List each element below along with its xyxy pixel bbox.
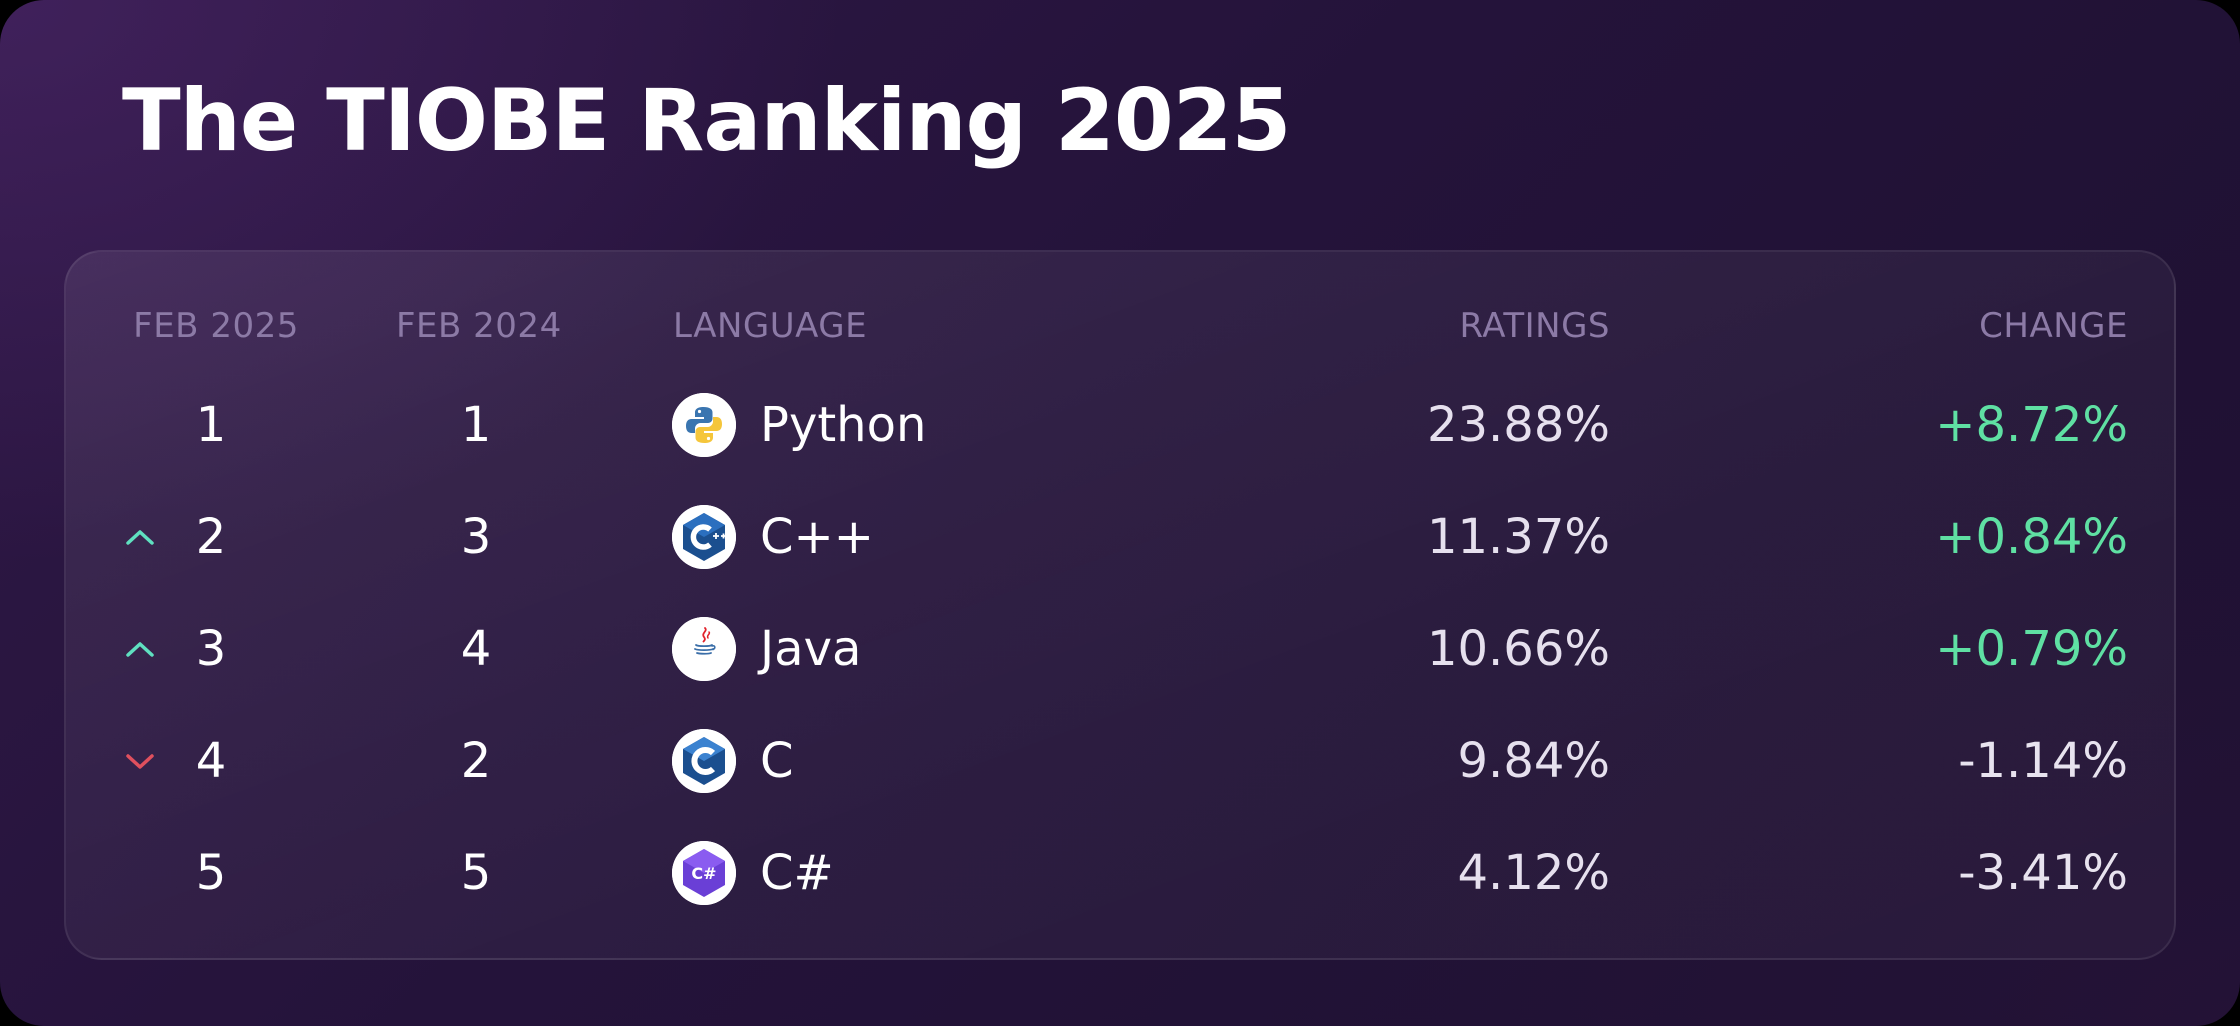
rank-feb-2024: 3 <box>460 509 492 565</box>
rank-feb-2025: 3 <box>195 621 227 677</box>
rank-feb-2024: 2 <box>460 733 492 789</box>
table-row: 3 4 Java 10.66% +0.79% <box>0 609 2240 689</box>
header-change: CHANGE <box>1979 306 2128 346</box>
table-row: 1 1 Python 23.88% +8.72% <box>0 385 2240 465</box>
language-name: C# <box>760 845 834 901</box>
rank-feb-2024: 4 <box>460 621 492 677</box>
change-value: +8.72% <box>1935 397 2128 453</box>
trend-up-icon <box>122 497 158 577</box>
rating-value: 10.66% <box>1426 621 1610 677</box>
page-title: The TIOBE Ranking 2025 <box>122 71 1291 171</box>
rating-value: 9.84% <box>1457 733 1610 789</box>
rank-feb-2025: 1 <box>195 397 227 453</box>
change-value: -3.41% <box>1958 845 2128 901</box>
python-icon <box>672 393 736 457</box>
rank-feb-2025: 5 <box>195 845 227 901</box>
rank-feb-2024: 5 <box>460 845 492 901</box>
language-name: C++ <box>760 509 874 565</box>
table-row: 4 2 C 9.84% -1.14% <box>0 721 2240 801</box>
no-trend-indicator <box>122 833 158 913</box>
rating-value: 23.88% <box>1426 397 1610 453</box>
table-row: 2 3 C++ 11.37% +0.84% <box>0 497 2240 577</box>
svg-text:C#: C# <box>691 864 716 883</box>
header-ratings: RATINGS <box>1459 306 1610 346</box>
trend-up-icon <box>122 609 158 689</box>
language-name: Python <box>760 397 927 453</box>
csharp-icon: C# <box>672 841 736 905</box>
rank-feb-2025: 4 <box>195 733 227 789</box>
trend-down-icon <box>122 721 158 801</box>
tiobe-card: The TIOBE Ranking 2025 FEB 2025 FEB 2024… <box>0 0 2240 1026</box>
change-value: +0.84% <box>1935 509 2128 565</box>
header-feb-2024: FEB 2024 <box>396 306 562 346</box>
c-icon <box>672 729 736 793</box>
header-feb-2025: FEB 2025 <box>133 306 299 346</box>
cplusplus-icon <box>672 505 736 569</box>
no-trend-indicator <box>122 385 158 465</box>
table-row: 5 5 C# C# 4.12% -3.41% <box>0 833 2240 913</box>
change-value: +0.79% <box>1935 621 2128 677</box>
rating-value: 4.12% <box>1457 845 1610 901</box>
rank-feb-2024: 1 <box>460 397 492 453</box>
header-language: LANGUAGE <box>673 306 868 346</box>
language-name: Java <box>760 621 862 677</box>
rank-feb-2025: 2 <box>195 509 227 565</box>
rating-value: 11.37% <box>1426 509 1610 565</box>
change-value: -1.14% <box>1958 733 2128 789</box>
language-name: C <box>760 733 794 789</box>
java-icon <box>672 617 736 681</box>
